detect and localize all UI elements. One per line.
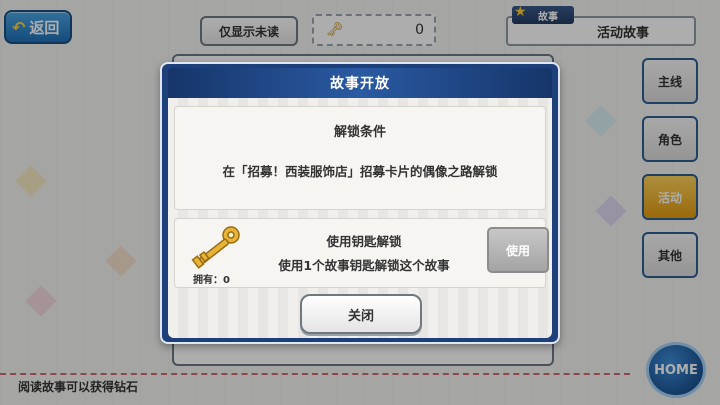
unlock-condition-box: 解锁条件 在「招募！西装服饰店」招募卡片的偶像之路解锁 bbox=[174, 106, 546, 210]
unlock-condition-text: 在「招募！西装服饰店」招募卡片的偶像之路解锁 bbox=[222, 164, 498, 179]
use-key-button-label: 使用 bbox=[505, 243, 530, 258]
close-button-label: 关闭 bbox=[347, 308, 374, 324]
unlock-condition-title: 解锁条件 bbox=[333, 125, 386, 140]
owned-key-count: 拥有：0 bbox=[193, 275, 230, 286]
dialog-title: 故事开放 bbox=[330, 76, 390, 92]
golden-key-icon bbox=[189, 223, 245, 273]
dialog-body: 解锁条件 在「招募！西装服饰店」招募卡片的偶像之路解锁 拥有：0 使用钥匙解锁 … bbox=[168, 98, 552, 338]
use-key-button[interactable]: 使用 bbox=[487, 227, 549, 273]
close-button[interactable]: 关闭 bbox=[300, 294, 422, 334]
key-unlock-title: 使用钥匙解锁 bbox=[326, 234, 402, 249]
key-unlock-description: 使用1个故事钥匙解锁这个故事 bbox=[278, 258, 450, 273]
story-unlock-dialog: 故事开放 解锁条件 在「招募！西装服饰店」招募卡片的偶像之路解锁 拥有：0 使用… bbox=[160, 62, 560, 344]
dialog-header: 故事开放 bbox=[168, 68, 552, 98]
key-unlock-box: 拥有：0 使用钥匙解锁 使用1个故事钥匙解锁这个故事 使用 bbox=[174, 218, 549, 288]
